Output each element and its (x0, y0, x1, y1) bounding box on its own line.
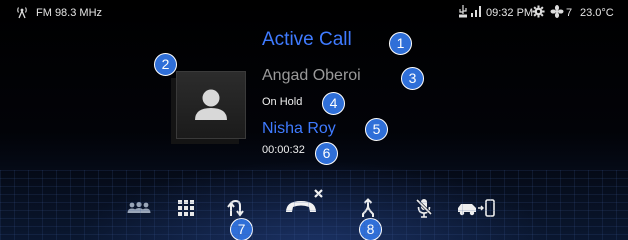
microphone-mute-icon (416, 198, 432, 218)
end-call-button[interactable] (284, 186, 326, 222)
page-title: Active Call (262, 29, 352, 50)
marker-badge-2: 2 (154, 53, 177, 76)
mute-microphone-button[interactable] (414, 195, 434, 221)
car-phone-screen: FM 98.3 MHz 09:32 PM 7 23.0°C Active Cal… (0, 0, 628, 240)
held-call-status: On Hold (262, 96, 303, 108)
clock: 09:32 PM (486, 7, 534, 19)
fan-icon[interactable] (550, 5, 564, 21)
contacts-icon (127, 201, 151, 213)
call-duration: 00:00:32 (262, 144, 305, 156)
end-call-icon (286, 189, 323, 212)
merge-calls-button[interactable] (358, 195, 378, 221)
swap-calls-icon (227, 199, 244, 217)
merge-calls-icon (362, 198, 374, 217)
car-to-phone-icon (458, 199, 495, 217)
contact-avatar (176, 71, 246, 139)
fan-level: 7 (566, 7, 573, 19)
person-silhouette-icon (195, 89, 227, 120)
marker-badge-4: 4 (322, 92, 345, 115)
marker-badge-3: 3 (401, 67, 424, 90)
keypad-icon (178, 200, 194, 216)
active-caller-name[interactable]: Nisha Roy (262, 120, 336, 138)
held-caller-name[interactable]: Angad Oberoi (262, 67, 361, 85)
marker-badge-1: 1 (389, 32, 412, 55)
cabin-temperature[interactable]: 23.0°C (580, 7, 614, 19)
keypad-button[interactable] (176, 195, 196, 221)
radio-station-label[interactable]: FM 98.3 MHz (36, 7, 102, 19)
marker-badge-6: 6 (315, 142, 338, 165)
settings-gear-icon[interactable] (532, 5, 545, 21)
marker-badge-7: 7 (230, 218, 253, 240)
signal-icon (470, 6, 482, 20)
status-bar: FM 98.3 MHz 09:32 PM 7 23.0°C (0, 0, 628, 24)
contacts-button[interactable] (124, 195, 154, 221)
swap-calls-button[interactable] (226, 195, 246, 221)
transfer-to-phone-button[interactable] (456, 195, 496, 221)
marker-badge-8: 8 (359, 218, 382, 240)
usb-icon (458, 5, 468, 21)
marker-badge-5: 5 (365, 118, 388, 141)
radio-antenna-icon (14, 5, 30, 22)
